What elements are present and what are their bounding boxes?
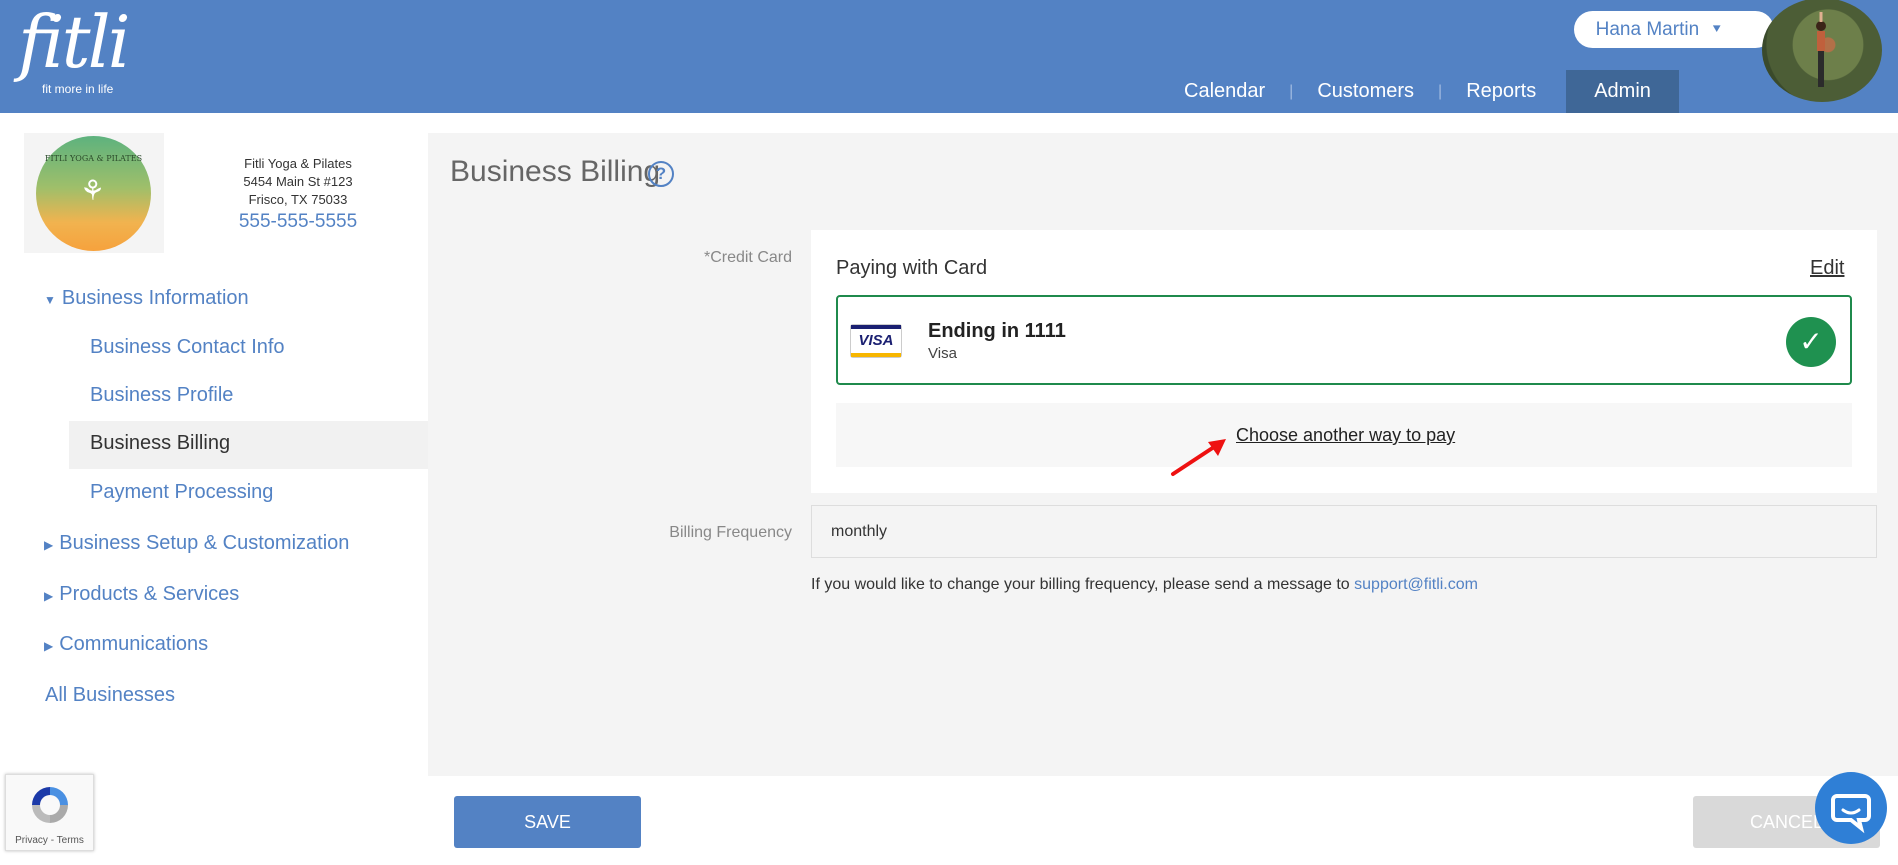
fitli-logo[interactable]: fitli fit more in life xyxy=(18,0,131,96)
card-brand-text: Visa xyxy=(928,345,957,362)
nav-reports[interactable]: Reports xyxy=(1442,70,1560,113)
sidebar-item-all-businesses[interactable]: All Businesses xyxy=(45,684,175,707)
app-header: fitli fit more in life Hana Martin ⯆ Cal… xyxy=(0,0,1898,113)
sidebar-section-label: Communications xyxy=(59,633,209,655)
business-name: Fitli Yoga & Pilates xyxy=(244,156,352,171)
business-logo-text: FITLI YOGA & PILATES xyxy=(44,154,143,163)
nav-customers[interactable]: Customers xyxy=(1293,70,1438,113)
choose-another-way-to-pay-link[interactable]: Choose another way to pay xyxy=(1236,425,1455,446)
page-title: Business Billing xyxy=(450,155,661,188)
recaptcha-privacy-terms[interactable]: Privacy - Terms xyxy=(6,835,93,846)
sidebar-section-label: Products & Services xyxy=(59,583,240,605)
business-address-line1: 5454 Main St #123 xyxy=(243,174,353,189)
caret-right-icon: ▶ xyxy=(44,639,54,653)
support-email-link[interactable]: support@fitli.com xyxy=(1354,576,1478,593)
caret-down-icon: ▼ xyxy=(44,293,56,307)
sidebar-section-business-setup[interactable]: ▶ Business Setup & Customization xyxy=(44,532,349,555)
double-chevron-down-icon: ⯆ xyxy=(1711,21,1723,37)
logo-wordmark: fitli xyxy=(18,0,131,84)
recaptcha-icon xyxy=(32,787,68,823)
sidebar-section-business-information[interactable]: ▼ Business Information xyxy=(44,287,249,310)
sidebar-item-business-contact-info[interactable]: Business Contact Info xyxy=(90,336,285,359)
card-ending-text: Ending in 1111 xyxy=(928,320,1066,342)
business-logo: FITLI YOGA & PILATES ⚘ xyxy=(36,136,151,251)
business-address-line2: Frisco, TX 75033 xyxy=(248,192,348,207)
billing-frequency-label: Billing Frequency xyxy=(669,524,792,541)
sidebar-section-label: Business Setup & Customization xyxy=(59,532,350,554)
edit-card-link[interactable]: Edit xyxy=(1810,257,1844,280)
billing-frequency-note: If you would like to change your billing… xyxy=(811,576,1478,594)
recaptcha-badge[interactable]: Privacy - Terms xyxy=(5,774,94,851)
paying-with-card-title: Paying with Card xyxy=(836,257,988,279)
sidebar-section-products-services[interactable]: ▶ Products & Services xyxy=(44,583,239,606)
visa-stripe-bottom xyxy=(851,353,901,357)
checkmark-icon: ✓ xyxy=(1786,317,1836,367)
sidebar-item-payment-processing[interactable]: Payment Processing xyxy=(90,481,273,504)
sidebar-section-label: Business Information xyxy=(61,287,249,309)
help-icon[interactable]: ? xyxy=(648,161,674,187)
caret-right-icon: ▶ xyxy=(44,589,54,603)
credit-card-label: *Credit Card xyxy=(703,249,792,266)
top-navigation: Calendar | Customers | Reports Admin xyxy=(1160,70,1679,113)
visa-badge-text: VISA xyxy=(858,332,894,349)
logo-tagline: fit more in life xyxy=(42,82,114,96)
business-info: Fitli Yoga & Pilates 5454 Main St #123 F… xyxy=(200,155,396,231)
note-text: If you would like to change your billing… xyxy=(811,576,1355,593)
visa-card-icon: VISA xyxy=(850,324,902,358)
avatar[interactable] xyxy=(1762,0,1882,102)
sidebar-item-business-profile[interactable]: Business Profile xyxy=(90,384,233,407)
business-phone[interactable]: 555-555-5555 xyxy=(200,212,396,231)
chat-bubble-glyph xyxy=(1831,794,1871,834)
chat-icon[interactable] xyxy=(1815,772,1887,844)
red-arrow-annotation xyxy=(1171,439,1226,476)
sidebar-section-communications[interactable]: ▶ Communications xyxy=(44,633,208,656)
sidebar-item-business-billing[interactable]: Business Billing xyxy=(90,432,230,455)
user-name: Hana Martin xyxy=(1595,18,1700,40)
user-menu-button[interactable]: Hana Martin ⯆ xyxy=(1574,11,1774,48)
visa-stripe-top xyxy=(851,325,901,329)
meditation-figure-icon: ⚘ xyxy=(80,175,106,206)
nav-admin[interactable]: Admin xyxy=(1566,70,1679,113)
billing-frequency-field[interactable]: monthly xyxy=(811,505,1877,558)
avatar-figure xyxy=(1816,12,1826,87)
nav-calendar[interactable]: Calendar xyxy=(1160,70,1289,113)
save-button[interactable]: SAVE xyxy=(454,796,641,848)
caret-right-icon: ▶ xyxy=(44,538,54,552)
